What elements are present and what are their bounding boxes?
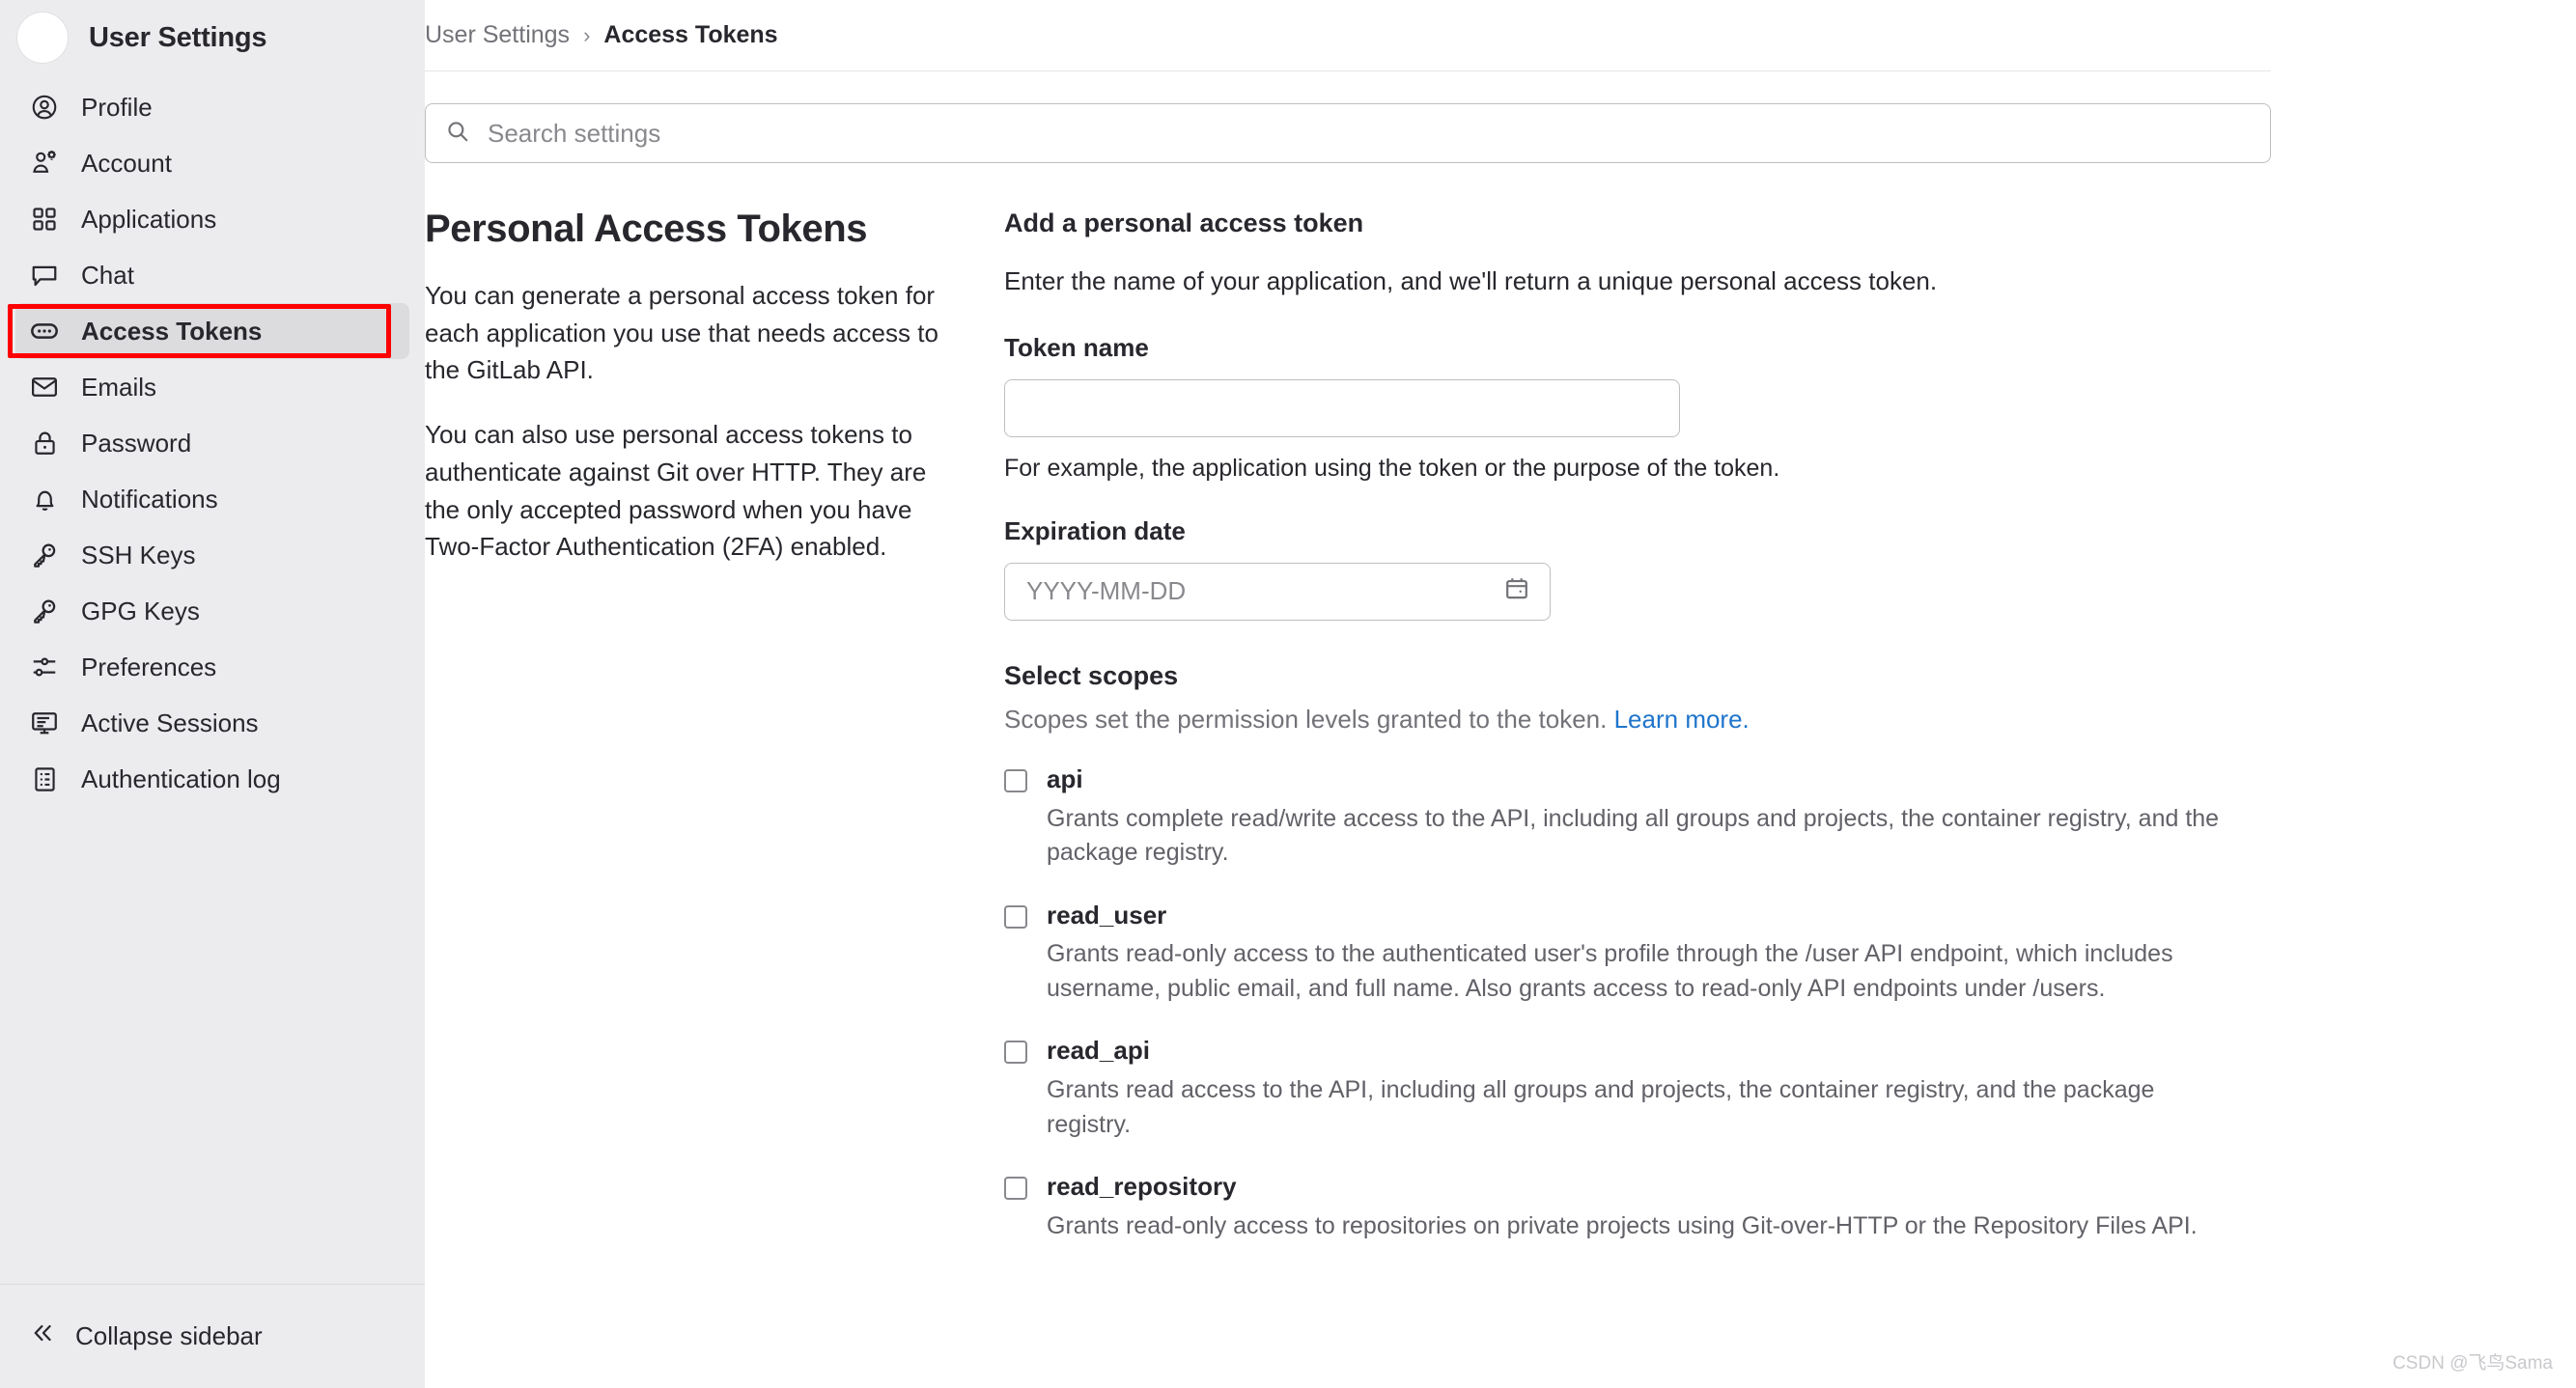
select-scopes-title: Select scopes <box>1004 660 1179 690</box>
scope-description: Grants complete read/write access to the… <box>1047 804 2220 867</box>
key-icon <box>29 540 60 570</box>
watermark: CSDN @飞鸟Sama <box>2392 1353 2553 1374</box>
expiration-date-placeholder: YYYY-MM-DD <box>1026 576 1187 606</box>
grid-apps-icon <box>29 204 60 235</box>
expiration-date-input[interactable]: YYYY-MM-DD <box>1004 562 1551 621</box>
sidebar-item-label: Applications <box>81 204 217 234</box>
monitor-icon <box>29 708 60 738</box>
sidebar-item-ssh-keys[interactable]: SSH Keys <box>15 527 409 583</box>
sidebar-item-notifications[interactable]: Notifications <box>15 471 409 527</box>
scopes-subtitle-text: Scopes set the permission levels granted… <box>1004 704 1608 734</box>
scope-description: Grants read-only access to the authentic… <box>1047 940 2173 1002</box>
intro-paragraph-1: You can generate a personal access token… <box>425 281 938 385</box>
sidebar-item-profile[interactable]: Profile <box>15 79 409 135</box>
page-title: Personal Access Tokens <box>425 208 868 250</box>
user-settings-sidebar: User Settings Profile Account Applicatio… <box>0 0 425 1388</box>
sidebar-header: User Settings <box>0 0 425 75</box>
scope-checkbox-read-repository[interactable] <box>1004 1177 1027 1201</box>
chat-bubble-icon <box>29 260 60 291</box>
scope-checkbox-api[interactable] <box>1004 768 1027 792</box>
scope-name: read_user <box>1047 900 1167 930</box>
scope-name: read_api <box>1047 1036 1150 1066</box>
intro-paragraph-2: You can also use personal access tokens … <box>425 420 927 562</box>
scope-item-api: api Grants complete read/write access to… <box>1004 763 2306 871</box>
sidebar-item-emails[interactable]: Emails <box>15 359 409 415</box>
scope-item-read-api: read_api Grants read access to the API, … <box>1004 1035 2306 1142</box>
scope-description: Grants read access to the API, including… <box>1047 1076 2155 1138</box>
scope-description: Grants read-only access to repositories … <box>1047 1211 2198 1239</box>
list-doc-icon <box>29 763 60 794</box>
sidebar-item-label: Preferences <box>81 652 217 681</box>
sidebar-item-authentication-log[interactable]: Authentication log <box>15 751 409 807</box>
sidebar-nav: Profile Account Applications Chat Access… <box>0 75 425 807</box>
breadcrumb-parent[interactable]: User Settings <box>425 21 570 49</box>
sidebar-item-preferences[interactable]: Preferences <box>15 639 409 695</box>
token-ellipsis-icon <box>29 316 60 347</box>
avatar[interactable] <box>17 13 68 63</box>
sidebar-item-active-sessions[interactable]: Active Sessions <box>15 695 409 751</box>
sidebar-item-label: Active Sessions <box>81 708 259 737</box>
sidebar-item-password[interactable]: Password <box>15 415 409 471</box>
search-settings-input[interactable]: Search settings <box>425 103 2271 163</box>
token-name-label: Token name <box>1004 332 1149 362</box>
key-icon <box>29 596 60 626</box>
token-name-help: For example, the application using the t… <box>1004 454 1780 482</box>
scope-item-read-repository: read_repository Grants read-only access … <box>1004 1171 2306 1243</box>
scope-item-read-user: read_user Grants read-only access to the… <box>1004 900 2306 1007</box>
sidebar-item-label: Account <box>81 148 172 178</box>
sidebar-item-account[interactable]: Account <box>15 135 409 191</box>
lock-icon <box>29 428 60 458</box>
sidebar-item-label: GPG Keys <box>81 596 200 625</box>
select-scopes-subtitle: Scopes set the permission levels granted… <box>1004 705 2306 735</box>
scope-checkbox-read-user[interactable] <box>1004 904 1027 929</box>
sidebar-item-applications[interactable]: Applications <box>15 191 409 247</box>
sidebar-item-label: SSH Keys <box>81 540 196 569</box>
sidebar-item-chat[interactable]: Chat <box>15 247 409 303</box>
collapse-sidebar-button[interactable]: Collapse sidebar <box>29 1319 263 1353</box>
sidebar-item-label: Emails <box>81 372 157 402</box>
scope-checkbox-read-api[interactable] <box>1004 1041 1027 1065</box>
sidebar-item-label: Profile <box>81 92 153 122</box>
scope-name: read_repository <box>1047 1172 1237 1202</box>
app-root: User Settings Profile Account Applicatio… <box>0 0 2576 1388</box>
sidebar-item-access-tokens[interactable]: Access Tokens <box>8 303 409 359</box>
sidebar-footer: Collapse sidebar <box>0 1284 425 1388</box>
token-form-column: Add a personal access token Enter the na… <box>1004 208 2306 1243</box>
settings-content: Personal Access Tokens You can generate … <box>425 208 2306 1243</box>
token-name-input[interactable] <box>1004 378 1680 437</box>
user-circle-icon <box>29 92 60 123</box>
sidebar-item-gpg-keys[interactable]: GPG Keys <box>15 583 409 639</box>
search-icon <box>445 119 470 149</box>
breadcrumb-separator-icon: › <box>583 22 591 47</box>
expiration-date-label: Expiration date <box>1004 515 1186 545</box>
scope-name: api <box>1047 763 1083 793</box>
sidebar-item-label: Password <box>81 428 192 458</box>
sidebar-item-label: Chat <box>81 260 134 290</box>
main-content: User Settings › Access Tokens Search set… <box>425 0 2576 1388</box>
form-title: Add a personal access token <box>1004 208 1364 237</box>
envelope-icon <box>29 372 60 403</box>
chevron-double-left-icon <box>29 1319 56 1353</box>
bell-icon <box>29 484 60 514</box>
breadcrumb-current: Access Tokens <box>603 21 778 48</box>
collapse-sidebar-label: Collapse sidebar <box>75 1321 263 1350</box>
form-lead: Enter the name of your application, and … <box>1004 266 1938 296</box>
search-placeholder: Search settings <box>488 118 661 148</box>
breadcrumb: User Settings › Access Tokens <box>425 0 2306 71</box>
sidebar-item-label: Notifications <box>81 484 218 514</box>
sliders-icon <box>29 652 60 682</box>
sidebar-item-label: Authentication log <box>81 763 281 793</box>
intro-column: Personal Access Tokens You can generate … <box>425 208 1004 1243</box>
breadcrumb-divider <box>425 70 2271 71</box>
calendar-icon[interactable] <box>1503 575 1530 607</box>
sidebar-item-label: Access Tokens <box>81 316 263 346</box>
sidebar-title: User Settings <box>89 21 267 53</box>
learn-more-link[interactable]: Learn more. <box>1614 705 1750 734</box>
user-gear-icon <box>29 148 60 179</box>
